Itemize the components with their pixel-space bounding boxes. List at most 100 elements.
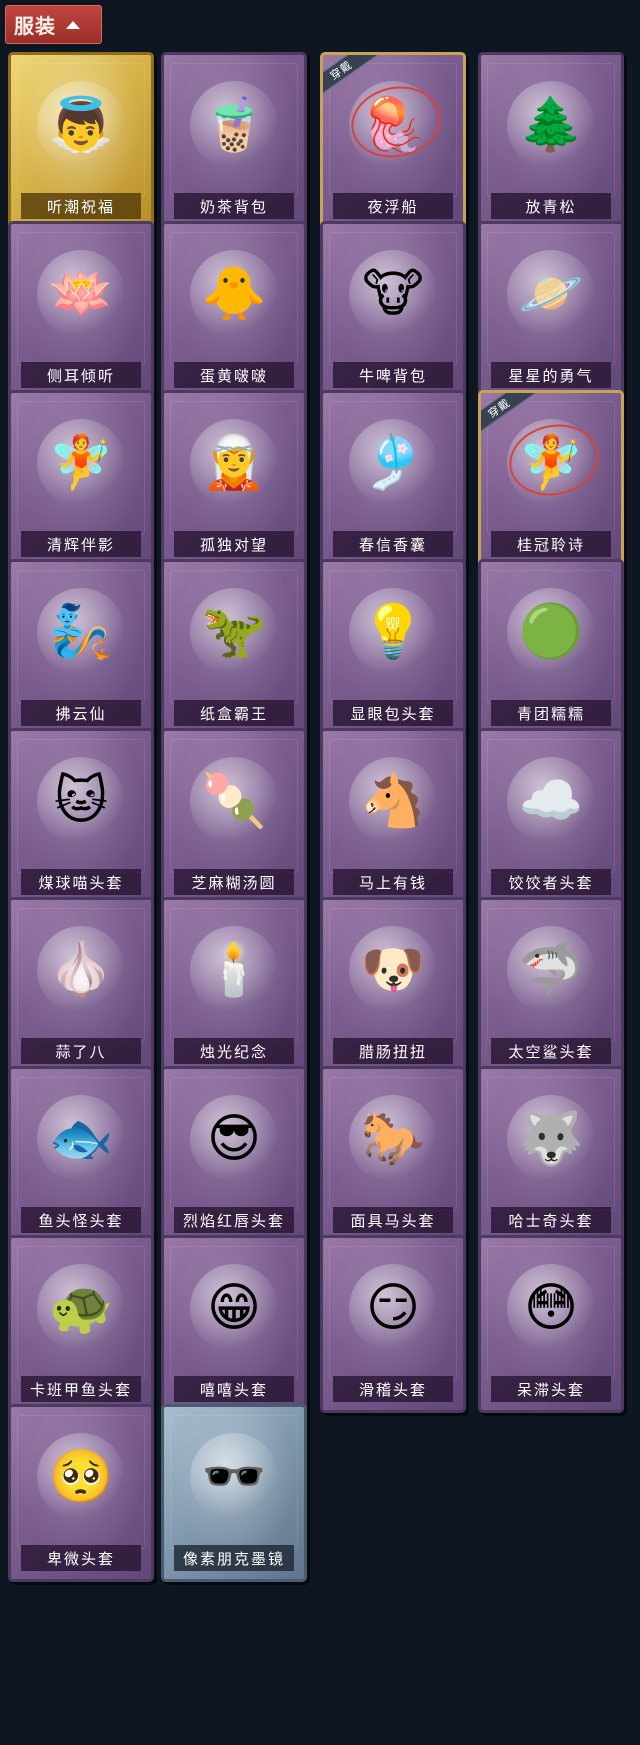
item-thumbnail: 🌲	[481, 65, 621, 185]
item-thumbnail: 🐥	[164, 234, 304, 354]
outfit-inventory-page: 服装 👼 听潮祝福 🧋 奶茶背包 🪼 穿戴 夜浮船 🌲 放青松 🪷 侧耳倾听 🐥 蛋黄啵啵 🐮 牛啤背包 🪐 星…	[0, 0, 640, 1745]
category-dropdown-outfit[interactable]: 服装	[5, 5, 102, 44]
milk-tea-backpack-icon: 🧋	[190, 81, 278, 169]
item-name: 纸盒霸王	[174, 700, 294, 726]
item-name: 面具马头套	[333, 1207, 453, 1233]
item-card[interactable]: 😏 滑稽头套	[320, 1235, 466, 1413]
item-thumbnail: 🧞	[11, 572, 151, 692]
cow-beer-barrel-icon: 🐮	[349, 250, 437, 338]
item-name: 嘻嘻头套	[174, 1376, 294, 1402]
item-thumbnail: ☁️	[481, 741, 621, 861]
yolk-chick-icon: 🐥	[190, 250, 278, 338]
grinning-emoji-head-icon: 😁	[190, 1264, 278, 1352]
item-name: 滑稽头套	[333, 1376, 453, 1402]
category-label: 服装	[14, 14, 56, 38]
item-card[interactable]: 😁 嘻嘻头套	[161, 1235, 307, 1413]
item-card[interactable]: 🧚 穿戴 桂冠聆诗	[478, 390, 624, 568]
item-card[interactable]: 🐎 面具马头套	[320, 1066, 466, 1244]
item-name: 拂云仙	[21, 700, 141, 726]
moon-spirit-charm-icon: 🧚	[37, 419, 125, 507]
item-thumbnail: 🟢	[481, 572, 621, 692]
item-card[interactable]: 🦖 纸盒霸王	[161, 559, 307, 737]
item-name: 春信香囊	[333, 531, 453, 557]
pleading-emoji-head-icon: 🥺	[37, 1433, 125, 1521]
item-card[interactable]: 🌲 放青松	[478, 52, 624, 230]
item-thumbnail: 🧝	[164, 403, 304, 523]
item-card[interactable]: 🥺 卑微头套	[8, 1404, 154, 1582]
item-card[interactable]: 🎐 春信香囊	[320, 390, 466, 568]
item-thumbnail: 🦖	[164, 572, 304, 692]
garlic-head-icon: 🧄	[37, 926, 125, 1014]
box-dinosaur-icon: 🦖	[190, 588, 278, 676]
husky-sunglasses-icon: 🐺	[507, 1095, 595, 1183]
item-thumbnail: 🐺	[481, 1079, 621, 1199]
item-card[interactable]: ☁️ 饺饺者头套	[478, 728, 624, 906]
item-thumbnail: 👼	[11, 65, 151, 185]
item-name: 腊肠扭扭	[333, 1038, 453, 1064]
item-card[interactable]: 🐱 煤球喵头套	[8, 728, 154, 906]
item-name: 哈士奇头套	[491, 1207, 611, 1233]
cloud-immortal-charm-icon: 🧞	[37, 588, 125, 676]
item-card[interactable]: 🐟 鱼头怪头套	[8, 1066, 154, 1244]
lightbulb-head-icon: 💡	[349, 588, 437, 676]
item-card[interactable]: 🐢 卡班甲鱼头套	[8, 1235, 154, 1413]
item-card[interactable]: 🦈 太空鲨头套	[478, 897, 624, 1075]
item-card[interactable]: 🪐 星星的勇气	[478, 221, 624, 399]
sachet-icon: 🎐	[349, 419, 437, 507]
item-card[interactable]: 🧞 拂云仙	[8, 559, 154, 737]
item-name: 蛋黄啵啵	[174, 362, 294, 388]
item-card[interactable]: 🐮 牛啤背包	[320, 221, 466, 399]
item-thumbnail: 🐟	[11, 1079, 151, 1199]
item-name: 像素朋克墨镜	[174, 1545, 294, 1571]
item-name: 清辉伴影	[21, 531, 141, 557]
item-thumbnail: 🍡	[164, 741, 304, 861]
item-name: 马上有钱	[333, 869, 453, 895]
item-thumbnail: 😳	[481, 1248, 621, 1368]
fish-head-mask-icon: 🐟	[37, 1095, 125, 1183]
item-card[interactable]: 🐶 腊肠扭扭	[320, 897, 466, 1075]
item-card[interactable]: 🪷 侧耳倾听	[8, 221, 154, 399]
item-card[interactable]: 🐴 马上有钱	[320, 728, 466, 906]
item-card[interactable]: 🕯️ 烛光纪念	[161, 897, 307, 1075]
item-card[interactable]: 🐺 哈士奇头套	[478, 1066, 624, 1244]
item-thumbnail: 🎐	[323, 403, 463, 523]
green-rice-ball-icon: 🟢	[507, 588, 595, 676]
item-name: 听潮祝福	[21, 193, 141, 219]
item-card[interactable]: 🕶️ 像素朋克墨镜	[161, 1404, 307, 1582]
item-card[interactable]: 💡 显眼包头套	[320, 559, 466, 737]
item-thumbnail: 😏	[323, 1248, 463, 1368]
item-thumbnail: 🧄	[11, 910, 151, 1030]
item-name: 蒜了八	[21, 1038, 141, 1064]
item-card[interactable]: 😳 呆滞头套	[478, 1235, 624, 1413]
item-card[interactable]: 🧋 奶茶背包	[161, 52, 307, 230]
item-thumbnail: 🕯️	[164, 910, 304, 1030]
item-thumbnail: 🦈	[481, 910, 621, 1030]
item-name: 星星的勇气	[491, 362, 611, 388]
item-name: 孤独对望	[174, 531, 294, 557]
cloud-dumpling-head-icon: ☁️	[507, 757, 595, 845]
item-card[interactable]: 🪼 穿戴 夜浮船	[320, 52, 466, 230]
item-thumbnail: 🐶	[323, 910, 463, 1030]
item-thumbnail: 🕶️	[164, 1417, 304, 1537]
item-card[interactable]: 😎 烈焰红唇头套	[161, 1066, 307, 1244]
yellow-mouse-sunglasses-icon: 😎	[190, 1095, 278, 1183]
item-name: 显眼包头套	[333, 700, 453, 726]
item-card[interactable]: 🧚 清辉伴影	[8, 390, 154, 568]
item-name: 牛啤背包	[333, 362, 453, 388]
horse-mask-icon: 🐎	[349, 1095, 437, 1183]
flower-wreath-icon: 🪷	[37, 250, 125, 338]
item-card[interactable]: 👼 听潮祝福	[8, 52, 154, 230]
rice-dumpling-icon: 🍡	[190, 757, 278, 845]
item-card[interactable]: 🧄 蒜了八	[8, 897, 154, 1075]
item-thumbnail: 💡	[323, 572, 463, 692]
item-card[interactable]: 🐥 蛋黄啵啵	[161, 221, 307, 399]
item-card[interactable]: 🍡 芝麻糊汤圆	[161, 728, 307, 906]
item-card[interactable]: 🟢 青团糯糯	[478, 559, 624, 737]
item-thumbnail: 🧋	[164, 65, 304, 185]
item-name: 奶茶背包	[174, 193, 294, 219]
item-thumbnail: 🧚	[11, 403, 151, 523]
item-name: 呆滞头套	[491, 1376, 611, 1402]
item-card[interactable]: 🧝 孤独对望	[161, 390, 307, 568]
item-name: 卡班甲鱼头套	[21, 1376, 141, 1402]
item-thumbnail: 🪐	[481, 234, 621, 354]
